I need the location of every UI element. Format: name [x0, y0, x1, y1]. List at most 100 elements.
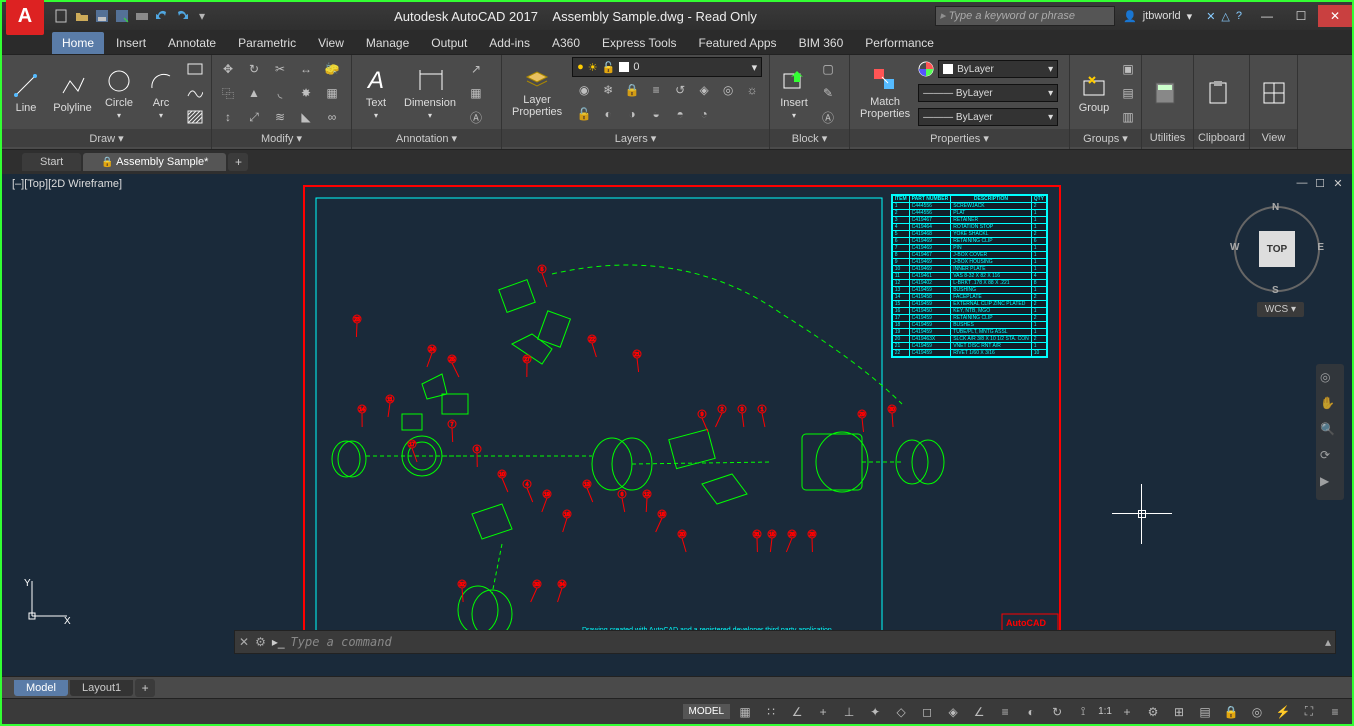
trim-icon[interactable]: ✂ — [268, 58, 292, 80]
vp-close-icon[interactable]: ✕ — [1330, 176, 1346, 190]
redo-icon[interactable] — [174, 8, 190, 24]
panel-title-layers[interactable]: Layers ▾ — [502, 129, 769, 147]
qat-dropdown-icon[interactable]: ▾ — [194, 8, 210, 24]
save-icon[interactable] — [94, 8, 110, 24]
tab-a360[interactable]: A360 — [542, 32, 590, 54]
a360-icon[interactable]: △ — [1221, 10, 1229, 23]
group-button[interactable]: Group — [1074, 70, 1114, 116]
tab-bim-360[interactable]: BIM 360 — [789, 32, 854, 54]
panel-title-clipboard[interactable]: Clipboard — [1194, 129, 1249, 147]
lineweight-combo[interactable]: ——— ByLayer▾ — [918, 84, 1058, 102]
offset-icon[interactable]: ≋ — [268, 106, 292, 128]
wcs-dropdown[interactable]: WCS ▾ — [1257, 302, 1304, 317]
scale-icon[interactable]: ⤢ — [242, 106, 266, 128]
viewport-controls[interactable]: [–][Top][2D Wireframe] — [12, 178, 122, 190]
tab-manage[interactable]: Manage — [356, 32, 419, 54]
hardware-accel-icon[interactable]: ⚡ — [1272, 702, 1294, 722]
view-button[interactable] — [1254, 77, 1294, 109]
quickprops-icon[interactable]: ▤ — [1194, 702, 1216, 722]
tab-start[interactable]: Start — [22, 153, 81, 171]
layer-state-icon[interactable]: ◑ — [620, 103, 644, 125]
pan-icon[interactable]: ✋ — [1320, 396, 1340, 416]
tab-annotate[interactable]: Annotate — [158, 32, 226, 54]
tab-parametric[interactable]: Parametric — [228, 32, 306, 54]
ungroup-icon[interactable]: ▣ — [1116, 58, 1140, 80]
help-icon[interactable]: ? — [1236, 10, 1242, 22]
chamfer-icon[interactable]: ◣ — [294, 106, 318, 128]
layer-thaw-icon[interactable]: ☼ — [740, 79, 764, 101]
anno-scale-value[interactable]: 1:1 — [1098, 706, 1112, 717]
dynamic-input-icon[interactable]: + — [812, 702, 834, 722]
color-wheel-icon[interactable] — [918, 61, 934, 77]
panel-title-modify[interactable]: Modify ▾ — [212, 129, 351, 147]
add-layout-button[interactable]: + — [135, 679, 155, 697]
isolate-icon[interactable]: ◎ — [1246, 702, 1268, 722]
showmotion-icon[interactable]: ▶ — [1320, 474, 1340, 494]
insert-button[interactable]: Insert▾ — [774, 65, 814, 122]
stretch-icon[interactable]: ↕ — [216, 106, 240, 128]
customize-icon[interactable]: ≡ — [1324, 702, 1346, 722]
layer-unlock-icon[interactable]: 🔓 — [572, 103, 596, 125]
rectangle-icon[interactable] — [183, 58, 207, 80]
cmdline-recent-icon[interactable]: ▴ — [1325, 635, 1331, 649]
plot-icon[interactable] — [134, 8, 150, 24]
app-logo[interactable]: A — [6, 0, 44, 35]
tab-document[interactable]: 🔒 Assembly Sample* — [83, 153, 226, 171]
panel-title-draw[interactable]: Draw ▾ — [2, 129, 211, 147]
zoom-extents-icon[interactable]: 🔍 — [1320, 422, 1340, 442]
units-icon[interactable]: ⊞ — [1168, 702, 1190, 722]
model-space-toggle[interactable]: MODEL — [683, 704, 731, 719]
tab-add-ins[interactable]: Add-ins — [479, 32, 540, 54]
layer-iso-icon[interactable]: ◈ — [692, 79, 716, 101]
layer-del-icon[interactable]: ◓ — [668, 103, 692, 125]
panel-title-block[interactable]: Block ▾ — [770, 129, 849, 147]
otrack-icon[interactable]: ∠ — [968, 702, 990, 722]
undo-icon[interactable] — [154, 8, 170, 24]
layer-off-icon[interactable]: ◉ — [572, 79, 596, 101]
layer-properties-button[interactable]: Layer Properties — [506, 62, 568, 120]
panel-title-groups[interactable]: Groups ▾ — [1070, 129, 1141, 147]
osnap-icon[interactable]: ◻ — [916, 702, 938, 722]
cycling-icon[interactable]: ↻ — [1046, 702, 1068, 722]
layer-combo[interactable]: ● ☀ 🔓 0 ▾ — [572, 57, 762, 77]
orbit-icon[interactable]: ⟳ — [1320, 448, 1340, 468]
annomonitor-icon[interactable]: + — [1116, 702, 1138, 722]
group-edit-icon[interactable]: ▤ — [1116, 82, 1140, 104]
user-account[interactable]: 👤 jtbworld ▾ ✕ △ ? — [1115, 10, 1250, 23]
search-input[interactable]: ▸ Type a keyword or phrase — [935, 6, 1115, 26]
panel-title-view[interactable]: View — [1250, 129, 1297, 147]
block-edit-icon[interactable]: ✎ — [816, 82, 840, 104]
mtext-icon[interactable]: Ⓐ — [464, 106, 488, 128]
tab-model[interactable]: Model — [14, 680, 68, 696]
minimize-button[interactable]: — — [1250, 5, 1284, 27]
close-button[interactable]: ✕ — [1318, 5, 1352, 27]
move-icon[interactable]: ✥ — [216, 58, 240, 80]
layer-on-icon[interactable]: ◎ — [716, 79, 740, 101]
annoscale-icon[interactable]: ⟟ — [1072, 702, 1094, 722]
utilities-button[interactable] — [1146, 77, 1186, 109]
hatch-icon[interactable] — [183, 106, 207, 128]
exchange-icon[interactable]: ✕ — [1206, 10, 1215, 23]
layer-walk-icon[interactable]: ◐ — [596, 103, 620, 125]
layer-match-icon[interactable]: ≡ — [644, 79, 668, 101]
tab-express-tools[interactable]: Express Tools — [592, 32, 686, 54]
3dosnap-icon[interactable]: ◈ — [942, 702, 964, 722]
grid-icon[interactable]: ▦ — [734, 702, 756, 722]
clipboard-button[interactable] — [1198, 77, 1238, 109]
layer-prev-icon[interactable]: ↺ — [668, 79, 692, 101]
tab-home[interactable]: Home — [52, 32, 104, 54]
transparency-icon[interactable]: ◐ — [1020, 702, 1042, 722]
lineweight-icon[interactable]: ≡ — [994, 702, 1016, 722]
layer-change-icon[interactable]: ◔ — [692, 103, 716, 125]
command-line[interactable]: ✕ ⚙ ▸_ Type a command ▴ — [234, 630, 1336, 654]
vp-maximize-icon[interactable]: ☐ — [1312, 176, 1328, 190]
add-tab-button[interactable]: + — [228, 153, 248, 171]
explode-icon[interactable]: ✸ — [294, 82, 318, 104]
spline-icon[interactable] — [183, 82, 207, 104]
erase-icon[interactable]: 🧽 — [320, 58, 344, 80]
polyline-button[interactable]: Polyline — [48, 70, 97, 116]
tab-performance[interactable]: Performance — [855, 32, 944, 54]
table-icon[interactable]: ▦ — [464, 82, 488, 104]
circle-button[interactable]: Circle▾ — [99, 65, 139, 122]
infer-icon[interactable]: ∠ — [786, 702, 808, 722]
